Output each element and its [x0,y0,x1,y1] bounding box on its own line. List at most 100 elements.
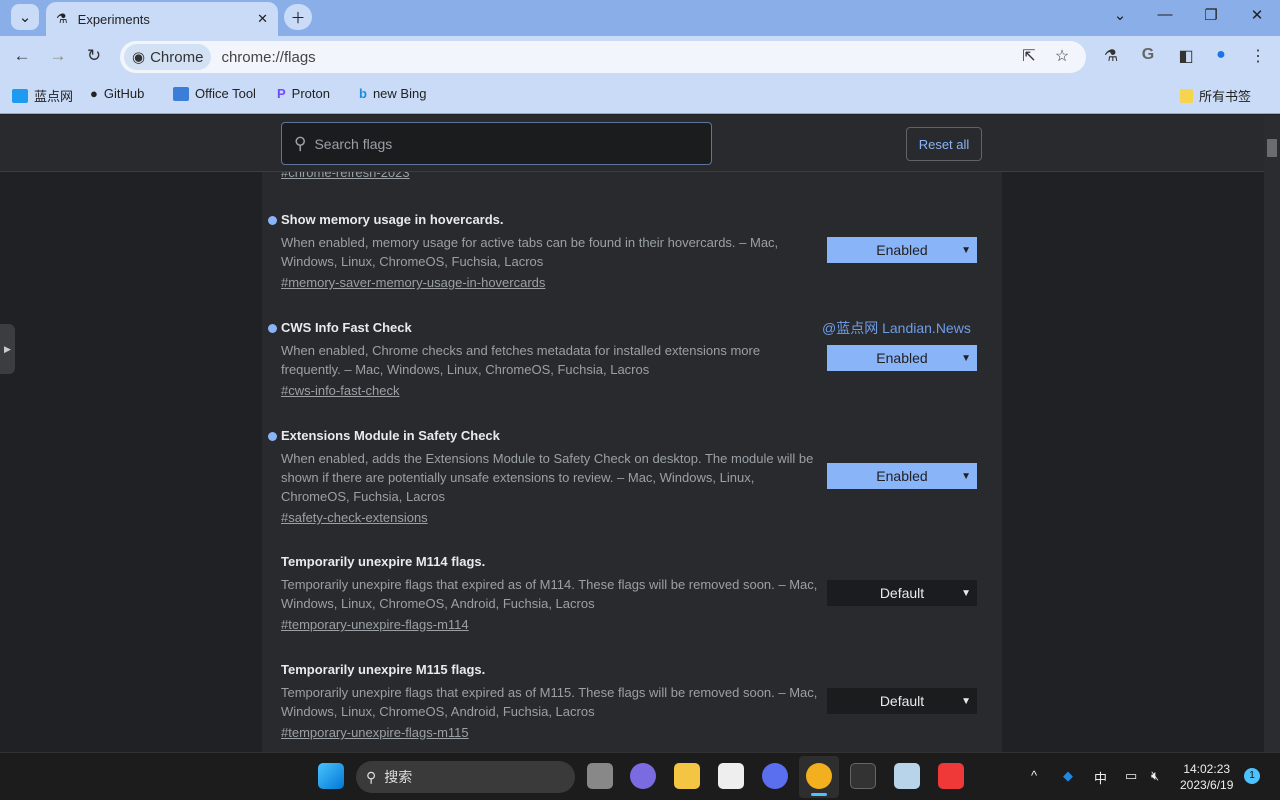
tab-experiments[interactable]: ⚗ Experiments ✕ [46,2,278,36]
bookmark-github[interactable]: ● GitHub [90,86,144,101]
chrome-canary-active[interactable] [799,756,839,798]
flag-select[interactable]: Enabled ▼ [827,237,977,263]
chevron-up-icon[interactable]: ^ [1031,768,1037,783]
landian-icon [12,88,28,103]
site-info-chip[interactable]: ◉ Chrome [124,44,212,70]
close-icon[interactable]: ✕ [257,11,268,27]
plus-icon: ＋ [290,9,306,27]
chevron-down-icon: ▼ [961,470,971,482]
time: 14:02:23 [1183,762,1231,776]
search-input[interactable]: ⚲ Search flags [281,122,712,165]
chevron-down-icon: ▼ [961,352,971,364]
forward-button[interactable]: → [46,46,70,66]
office-tool-icon [173,86,189,101]
firefox-icon[interactable] [762,763,788,789]
flag-description: Temporarily unexpire flags that expired … [281,685,818,719]
modified-dot [268,432,277,441]
bookmark-new-bing[interactable]: b new Bing [359,86,426,101]
date: 2023/6/19 [1180,778,1234,792]
taskbar-search-label: 搜索 [384,769,413,785]
proton-icon: P [277,86,286,101]
all-bookmarks-folder[interactable]: 所有书签 [1180,86,1251,105]
store-icon[interactable] [718,763,744,789]
new-tab-button[interactable]: ＋ [284,4,312,30]
flask-icon: ⚗ [56,11,68,26]
side-panel-icon[interactable]: ◧ [1174,46,1198,66]
tab-search-button[interactable]: ⌄ [11,4,39,30]
network-icon[interactable]: ▭ [1125,768,1137,784]
side-panel-handle[interactable]: ▶ [0,324,15,374]
flag-link[interactable]: #cws-info-fast-check [281,381,821,400]
chrome-canary-icon [806,763,832,789]
share-icon[interactable]: ⇱ [1017,46,1041,66]
bookmark-label: Office Tool [195,86,256,101]
flag-title: Show memory usage in hovercards. [281,212,504,227]
restore-button[interactable]: ❐ [1191,6,1231,24]
chevron-down-icon: ▼ [961,695,971,707]
star-icon[interactable]: ☆ [1050,46,1074,66]
reset-all-button[interactable]: Reset all [906,127,982,161]
omnibox[interactable]: ◉ Chrome chrome://flags [120,41,1086,73]
profile-avatar[interactable]: ● [1209,46,1233,64]
terminal-icon[interactable] [850,763,876,789]
flag-title: Temporarily unexpire M115 flags. [281,662,486,677]
select-value: Default [879,585,925,601]
bookmark-landian[interactable]: 蓝点网 [12,86,73,105]
tray-app-icon[interactable]: ◆ [1063,768,1073,784]
bing-icon: b [359,86,367,101]
search-icon: ⚲ [366,768,377,785]
bookmark-office-tool[interactable]: Office Tool [173,86,256,101]
file-explorer-icon[interactable] [674,763,700,789]
start-icon[interactable] [318,763,344,789]
flag-link[interactable]: #memory-saver-memory-usage-in-hovercards [281,273,821,292]
bookmark-label: GitHub [103,86,145,101]
url-text[interactable]: chrome://flags [221,49,315,66]
modified-dot [268,324,277,333]
flag-link[interactable]: #temporary-unexpire-flags-m114 [281,615,821,634]
scrollbar[interactable] [1264,115,1280,752]
taskbar-search[interactable]: ⚲ 搜索 [356,761,575,793]
bookmark-proton[interactable]: P Proton [277,86,330,101]
task-view-icon[interactable] [587,763,613,789]
flag-link[interactable]: #temporary-unexpire-flags-m115 [281,723,821,742]
flag-select[interactable]: Enabled ▼ [827,345,977,371]
labs-icon[interactable]: ⚗ [1099,46,1123,66]
active-indicator [811,793,827,796]
flag-title: CWS Info Fast Check [281,320,412,335]
flag-link[interactable]: #safety-check-extensions [281,508,821,527]
meet-icon[interactable] [630,763,656,789]
folder-icon [1180,88,1193,103]
reload-button[interactable]: ↻ [82,46,106,66]
flag-select[interactable]: Default ▼ [827,688,977,714]
minimize-button[interactable]: — [1145,6,1185,23]
select-value: Enabled [876,242,928,258]
flag-title: Temporarily unexpire M114 flags. [281,554,486,569]
flags-header: ⚲ Search flags Reset all [0,115,1264,172]
flag-description: When enabled, memory usage for active ta… [281,235,779,269]
flag-item: Show memory usage in hovercards. When en… [268,212,821,292]
volume-muted-icon[interactable]: 🔇︎ [1151,768,1159,784]
flag-item: Extensions Module in Safety Check When e… [268,428,821,527]
back-button[interactable]: ← [10,46,34,66]
resource-monitor-icon[interactable] [894,763,920,789]
google-icon[interactable]: G [1136,46,1160,64]
flag-select[interactable]: Enabled ▼ [827,463,977,489]
clock[interactable]: 14:02:23 2023/6/19 [1180,761,1233,793]
notification-badge[interactable]: 1 [1244,768,1260,784]
close-window-button[interactable]: ✕ [1237,6,1277,24]
chevron-down-icon: ⌄ [18,9,32,26]
select-value: Enabled [876,468,928,484]
flag-description: Temporarily unexpire flags that expired … [281,577,818,611]
flag-title: Extensions Module in Safety Check [281,428,500,443]
ime-indicator[interactable]: 中 [1094,768,1107,787]
search-placeholder: Search flags [314,135,393,152]
scrollbar-thumb[interactable] [1267,139,1277,157]
select-value: Enabled [876,350,928,366]
menu-icon[interactable]: ⋮ [1246,46,1270,66]
search-icon: ⚲ [294,133,307,153]
vivaldi-icon[interactable] [938,763,964,789]
flag-item: Temporarily unexpire M114 flags. Tempora… [281,554,821,634]
tab-list-chevron-icon[interactable]: ⌄ [1100,6,1140,24]
taskbar: ⚲ 搜索 ^ ◆ 中 ▭ 🔇︎ 14:02:23 2023/6/19 1 [0,752,1280,800]
flag-select[interactable]: Default ▼ [827,580,977,606]
